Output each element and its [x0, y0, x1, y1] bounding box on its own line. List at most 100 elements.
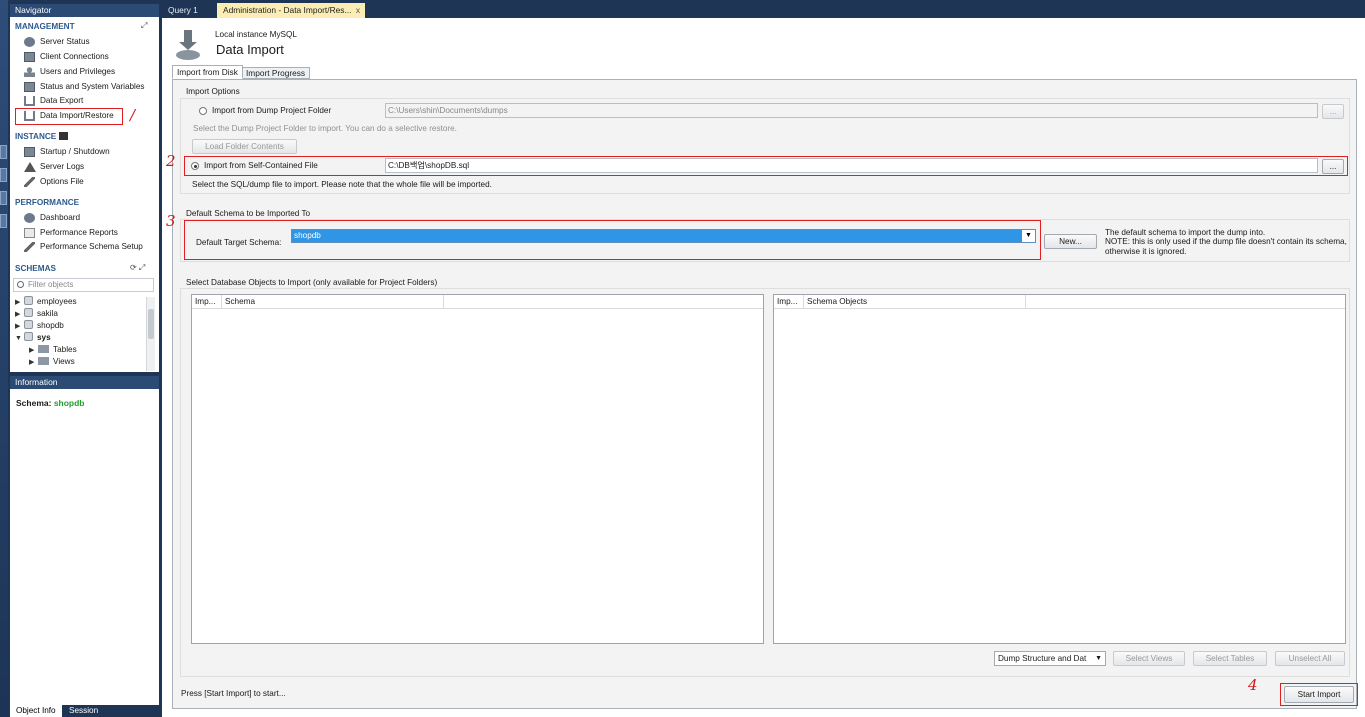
settings-icon [24, 242, 35, 252]
schema-tree-item[interactable]: ▼ sys [15, 332, 51, 344]
edge-button[interactable] [0, 214, 7, 228]
nav-item-data-export[interactable]: Data Export [24, 94, 83, 108]
self-contained-file-hint: Select the SQL/dump file to import. Plea… [192, 180, 492, 189]
nav-item-startup-shutdown[interactable]: Startup / Shutdown [24, 145, 110, 159]
nav-item-status-variables[interactable]: Status and System Variables [24, 80, 145, 94]
database-icon [24, 320, 33, 329]
schemas-section-title: SCHEMAS [15, 264, 56, 273]
navigator-header: Navigator [10, 4, 159, 17]
database-icon [24, 332, 33, 341]
db-objects-title: Select Database Objects to Import (only … [186, 278, 438, 287]
information-panel: Schema: shopdb [10, 389, 159, 705]
tab-import-from-disk[interactable]: Import from Disk [172, 65, 243, 79]
page-title: Data Import [216, 42, 284, 57]
monitor-icon [24, 52, 35, 62]
tables-folder-icon [38, 345, 49, 353]
nav-item-client-connections[interactable]: Client Connections [24, 50, 109, 64]
default-schema-note-3: otherwise it is ignored. [1105, 247, 1187, 256]
dump-folder-browse-button[interactable]: ... [1322, 104, 1344, 119]
import-options-title: Import Options [186, 87, 240, 96]
edge-button[interactable] [0, 191, 7, 205]
tab-session[interactable]: Session [63, 705, 105, 717]
collapse-arrow-icon: ▼ [15, 335, 22, 342]
connection-name: Local instance MySQL [215, 30, 297, 39]
schema-tree-child[interactable]: ▶ Views [29, 356, 75, 368]
schema-tree-child[interactable]: ▶ Tables [29, 344, 77, 356]
tab-import-progress[interactable]: Import Progress [241, 67, 311, 79]
performance-section-title: PERFORMANCE [15, 198, 80, 207]
nav-item-users-privileges[interactable]: Users and Privileges [24, 65, 115, 79]
select-views-button[interactable]: Select Views [1113, 651, 1185, 666]
instance-icon [58, 132, 68, 140]
dump-type-select[interactable]: Dump Structure and Dat ▼ [994, 651, 1106, 666]
dump-folder-hint: Select the Dump Project Folder to import… [193, 124, 457, 133]
management-section-title: MANAGEMENT [15, 22, 75, 31]
expand-arrow-icon: ▶ [29, 359, 35, 366]
expand-icon[interactable]: ⤢ [141, 21, 147, 31]
schema-objects-list-header: Imp... Schema Objects [774, 295, 1345, 309]
tab-query-1[interactable]: Query 1 [162, 3, 204, 18]
annotation-box-1 [15, 108, 123, 125]
annotation-3: 3 [166, 212, 176, 230]
nav-item-performance-reports[interactable]: Performance Reports [24, 226, 118, 240]
report-icon [24, 228, 35, 238]
refresh-icon[interactable]: ⟳ ⤢ [130, 263, 145, 273]
nav-item-server-logs[interactable]: Server Logs [24, 160, 84, 174]
schema-tree-item[interactable]: ▶ employees [15, 296, 77, 308]
power-icon [24, 147, 35, 157]
play-circle-icon [24, 37, 35, 47]
tree-scrollbar[interactable] [146, 297, 155, 371]
column-header-schema-objects[interactable]: Schema Objects [804, 295, 1026, 309]
user-icon [24, 67, 35, 77]
schema-list-header: Imp... Schema [192, 295, 763, 309]
variables-icon [24, 82, 35, 92]
dashboard-icon [24, 213, 35, 223]
annotation-box-4 [1280, 683, 1358, 706]
load-folder-contents-button[interactable]: Load Folder Contents [192, 139, 297, 154]
dump-folder-label: Import from Dump Project Folder [212, 106, 332, 115]
nav-item-dashboard[interactable]: Dashboard [24, 211, 80, 225]
schema-list[interactable]: Imp... Schema [191, 294, 764, 644]
column-header-import[interactable]: Imp... [774, 295, 804, 309]
database-icon [24, 296, 33, 305]
nav-item-server-status[interactable]: Server Status [24, 35, 90, 49]
schema-objects-list[interactable]: Imp... Schema Objects [773, 294, 1346, 644]
nav-item-options-file[interactable]: Options File [24, 175, 84, 189]
schema-filter-input[interactable]: Filter objects [13, 278, 154, 292]
nav-item-performance-schema-setup[interactable]: Performance Schema Setup [24, 240, 143, 254]
unselect-all-button[interactable]: Unselect All [1275, 651, 1345, 666]
information-header: Information [10, 376, 159, 389]
status-text: Press [Start Import] to start... [181, 689, 286, 698]
data-import-icon [175, 30, 201, 60]
schema-info-value: shopdb [53, 398, 85, 408]
scrollbar-thumb[interactable] [148, 309, 154, 339]
dump-folder-path-input[interactable]: C:\Users\shin\Documents\dumps [385, 103, 1318, 118]
editor-tab-bar: Query 1 Administration - Data Import/Res… [162, 0, 1365, 18]
edge-button[interactable] [0, 145, 7, 159]
tab-administration-data-import[interactable]: Administration - Data Import/Res... x [217, 3, 365, 18]
annotation-box-2 [184, 156, 1348, 176]
schema-tree-item[interactable]: ▶ sakila [15, 308, 58, 320]
views-folder-icon [38, 357, 49, 365]
annotation-4: 4 [1248, 676, 1258, 694]
close-icon[interactable]: x [356, 3, 360, 17]
chevron-down-icon: ▼ [1095, 655, 1102, 662]
tab-object-info[interactable]: Object Info [10, 705, 62, 717]
dump-folder-radio[interactable] [199, 107, 207, 115]
new-schema-button[interactable]: New... [1044, 234, 1097, 249]
wrench-icon [24, 177, 35, 187]
search-icon [17, 281, 24, 288]
warning-icon [24, 162, 36, 172]
column-header-import[interactable]: Imp... [192, 295, 222, 309]
window-edge-strip [0, 0, 8, 717]
database-icon [24, 308, 33, 317]
edge-button[interactable] [0, 168, 7, 182]
annotation-box-3 [184, 220, 1041, 260]
select-tables-button[interactable]: Select Tables [1193, 651, 1267, 666]
default-schema-note-1: The default schema to import the dump in… [1105, 228, 1266, 237]
export-icon [24, 96, 35, 106]
schema-tree-item[interactable]: ▶ shopdb [15, 320, 64, 332]
default-schema-title: Default Schema to be Imported To [186, 209, 311, 218]
column-header-schema[interactable]: Schema [222, 295, 444, 309]
annotation-2: 2 [166, 152, 176, 170]
